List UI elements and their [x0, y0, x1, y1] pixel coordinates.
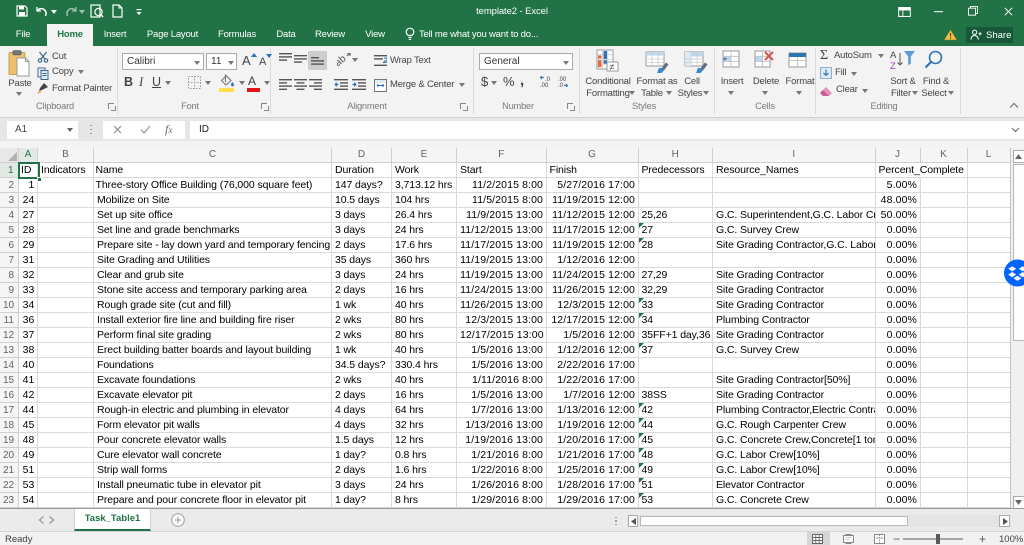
svg-text:.0: .0 — [558, 83, 564, 87]
svg-text:ab: ab — [337, 53, 349, 67]
svg-text:A: A — [890, 50, 897, 61]
svg-text:Z: Z — [890, 61, 896, 71]
svg-text:≠: ≠ — [610, 62, 615, 72]
svg-text:.00: .00 — [540, 83, 549, 87]
